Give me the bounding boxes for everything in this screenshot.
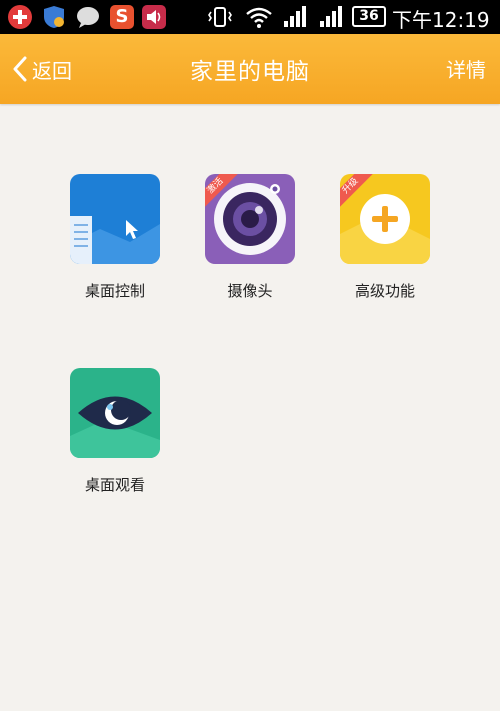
advanced-plus-icon: 升级	[340, 174, 430, 264]
desktop-control-icon	[70, 174, 160, 264]
s-app-icon: S	[110, 5, 134, 29]
tile-advanced[interactable]: 升级 高级功能	[325, 174, 445, 301]
speaker-icon	[142, 5, 166, 29]
tile-desktop-control[interactable]: 桌面控制	[55, 174, 175, 301]
tile-label: 高级功能	[354, 282, 415, 300]
tile-label: 桌面观看	[84, 476, 145, 494]
signal-icon-2	[318, 5, 342, 29]
battery-level: 36	[352, 6, 386, 27]
page-title: 家里的电脑	[190, 59, 310, 85]
status-bar: S 36 下午12:19	[0, 0, 500, 34]
camera-icon: 激活	[205, 174, 295, 264]
vibrate-icon	[206, 5, 232, 29]
wifi-icon	[246, 5, 272, 29]
title-bar: 返回 家里的电脑 详情	[0, 34, 500, 104]
details-button[interactable]: 详情	[446, 54, 486, 83]
chat-bubble-icon	[76, 5, 100, 29]
tile-label: 摄像头	[227, 282, 273, 300]
tile-camera[interactable]: 激活 摄像头	[190, 174, 310, 301]
signal-icon	[282, 5, 306, 29]
tile-label: 桌面控制	[84, 282, 145, 300]
tile-desktop-view[interactable]: 桌面观看	[55, 368, 175, 495]
shield-icon	[42, 5, 66, 29]
red-plus-icon	[8, 5, 32, 29]
eye-icon	[70, 368, 160, 458]
clock: 下午12:19	[392, 8, 490, 32]
